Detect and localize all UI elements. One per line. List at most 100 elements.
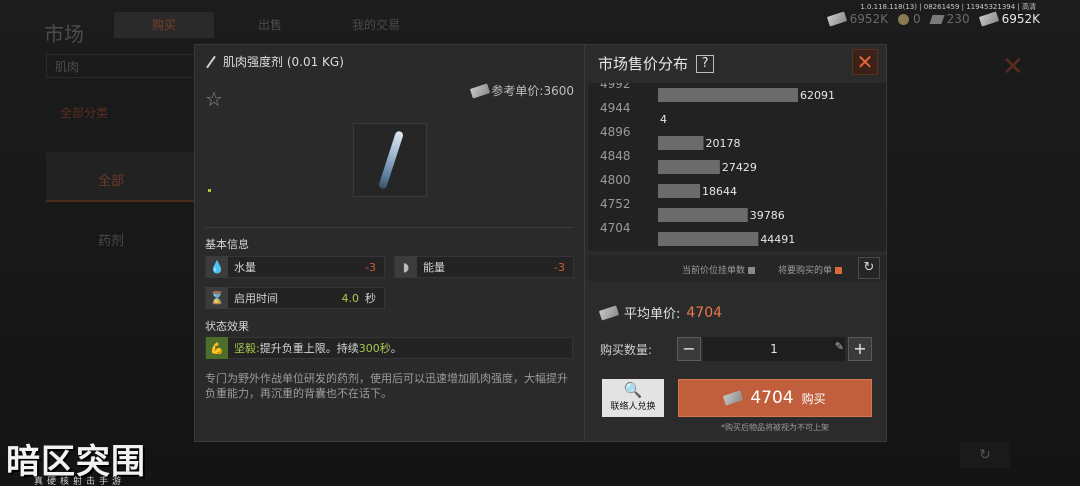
hourglass-icon: ⌛ xyxy=(206,287,228,309)
status-effect-heading: 状态效果 xyxy=(205,320,249,333)
help-icon[interactable]: ? xyxy=(696,54,715,73)
cash-dim-display: 6952K xyxy=(826,11,889,27)
game-logo: 暗区突围 真硬核射击手游 xyxy=(0,432,170,486)
legend-orange-swatch xyxy=(835,267,843,274)
market-panel: 市场售价分布 ? ✕ 4992 62091 4944 4 4896 20178 4848 27… xyxy=(586,45,886,441)
gem-icon xyxy=(929,14,945,24)
category-filter-bg[interactable]: 全部分类 xyxy=(60,104,190,121)
cash-icon xyxy=(723,390,744,406)
legend-buy: 将要购买的单 xyxy=(778,263,843,276)
price-tick-label: 4848 xyxy=(600,149,631,163)
refresh-icon-bg[interactable]: ↻ xyxy=(960,442,1010,468)
search-icon: 🔍 xyxy=(623,381,643,399)
refresh-button[interactable]: ↻ xyxy=(858,257,880,279)
price-bar xyxy=(658,184,701,198)
reference-price: 参考单价:3600 xyxy=(470,82,574,99)
coin-display: 0 xyxy=(898,12,921,26)
effect-name: 坚毅: xyxy=(234,342,260,355)
item-title: 肌肉强度剂 (0.01 KG) xyxy=(205,53,344,70)
stat-use-time-unit: 秒 xyxy=(365,292,376,305)
market-title-bg: 市场 xyxy=(44,22,84,46)
stat-energy: ◗ 能量 -3 xyxy=(394,256,574,278)
bar-value-label: 62091 xyxy=(800,89,835,102)
buy-button[interactable]: 4704 购买 xyxy=(678,379,872,417)
edit-icon[interactable]: ✎ xyxy=(835,340,844,353)
purchase-dialog: 肌肉强度剂 (0.01 KG) 参考单价:3600 ☆ 基本信息 💧 水量 -3… xyxy=(194,44,887,442)
increase-button[interactable]: + xyxy=(848,337,872,361)
stat-use-time-label: 启用时间 xyxy=(234,292,278,305)
price-bar xyxy=(658,88,798,102)
price-tick-label: 4752 xyxy=(600,197,631,211)
pen-icon xyxy=(205,56,217,68)
item-image xyxy=(353,123,427,197)
legend-current: 当前价位挂单数 xyxy=(682,263,756,276)
buy-price: 4704 xyxy=(750,388,794,408)
bar-value-label: 4 xyxy=(660,113,667,126)
buy-label: 购买 xyxy=(801,391,826,406)
gem-display: 230 xyxy=(929,12,970,26)
logo-subtitle: 真硬核射击手游 xyxy=(34,477,126,486)
price-tick-label: 4800 xyxy=(600,173,631,187)
quantity-field[interactable]: 1 xyxy=(703,337,845,361)
average-price-label: 平均单价: xyxy=(624,307,681,322)
stat-energy-label: 能量 xyxy=(423,261,445,274)
sidebar-item-all[interactable]: 全部 xyxy=(46,152,196,202)
favorite-star-icon[interactable]: ☆ xyxy=(205,87,223,111)
price-tick-label: 4896 xyxy=(600,125,631,139)
tab-buy[interactable]: 购买 xyxy=(114,12,214,38)
item-description: 专门为野外作战单位研发的药剂，使用后可以迅速增加肌肉强度，大幅提升负重能力，再沉… xyxy=(205,372,568,400)
bar-value-label: 27429 xyxy=(722,161,757,174)
bar-value-label: 44491 xyxy=(760,233,795,246)
cash-icon xyxy=(826,11,847,27)
market-tabs-bg: 购买 出售 我的交易 xyxy=(114,12,426,38)
price-distribution-svg: 4992 62091 4944 4 4896 20178 4848 27429 4800 1864… xyxy=(600,83,835,246)
stomach-icon: ◗ xyxy=(395,256,417,278)
currency-bar: 6952K 0 230 6952K xyxy=(826,11,1040,27)
price-tick-label: 4944 xyxy=(600,101,631,115)
bar-value-label: 18644 xyxy=(702,185,737,198)
contact-exchange-label: 联络人兑换 xyxy=(610,402,656,412)
cash-dim-value: 6952K xyxy=(849,12,889,26)
price-bar xyxy=(658,232,759,246)
effect-end: 。 xyxy=(390,342,402,355)
legend-current-text: 当前价位挂单数 xyxy=(682,266,746,276)
reference-price-text: 参考单价:3600 xyxy=(491,84,574,98)
contact-exchange-button[interactable]: 🔍 联络人兑换 xyxy=(602,379,664,417)
bar-value-label: 20178 xyxy=(705,137,740,150)
decrease-button[interactable]: − xyxy=(677,337,701,361)
tab-my-trades[interactable]: 我的交易 xyxy=(326,12,426,38)
buy-note: *购买后物品将被视为不可上架 xyxy=(721,423,829,432)
stat-energy-value: -3 xyxy=(554,260,565,274)
search-input-bg[interactable]: 肌肉 xyxy=(46,54,196,78)
effect-text: 提升负重上限。持续 xyxy=(259,342,359,355)
tab-sell[interactable]: 出售 xyxy=(220,12,320,38)
item-name: 肌肉强度剂 (0.01 KG) xyxy=(223,55,344,69)
legend-grey-swatch xyxy=(748,267,756,274)
cash-icon xyxy=(598,304,620,321)
price-bar xyxy=(658,160,720,174)
price-distribution-chart[interactable]: 4992 62091 4944 4 4896 20178 4848 27429 4800 1864… xyxy=(588,83,886,251)
market-price-title: 市场售价分布 ? xyxy=(598,53,715,74)
water-drop-icon: 💧 xyxy=(206,256,228,278)
stat-water-value: -3 xyxy=(365,260,376,274)
price-tick-label: 4992 xyxy=(600,83,631,91)
cash-icon xyxy=(978,11,999,27)
stat-water: 💧 水量 -3 xyxy=(205,256,385,278)
stat-water-label: 水量 xyxy=(234,261,256,274)
close-button[interactable]: ✕ xyxy=(852,49,878,75)
quantity-label: 购买数量: xyxy=(600,343,653,357)
version-text: 1.0.118.118(13) | 08261459 | 11945321394… xyxy=(860,3,1036,11)
basic-info-heading: 基本信息 xyxy=(205,238,249,251)
sidebar-item-potions[interactable]: 药剂 xyxy=(46,212,196,262)
gem-value: 230 xyxy=(946,12,970,26)
bar-value-label: 39786 xyxy=(750,209,785,222)
syringe-icon xyxy=(377,130,405,190)
item-detail-panel: 肌肉强度剂 (0.01 KG) 参考单价:3600 ☆ 基本信息 💧 水量 -3… xyxy=(195,45,585,441)
cash-display: 6952K xyxy=(978,11,1040,27)
close-market-icon[interactable]: ✕ xyxy=(1002,52,1024,82)
price-tick-label: 4704 xyxy=(600,221,631,235)
quantity-stepper: − 1 ✎ + xyxy=(677,337,872,361)
stat-use-time: ⌛ 启用时间 4.0 秒 xyxy=(205,287,385,309)
stat-use-time-value: 4.0 xyxy=(341,291,360,305)
status-dot xyxy=(208,189,211,192)
